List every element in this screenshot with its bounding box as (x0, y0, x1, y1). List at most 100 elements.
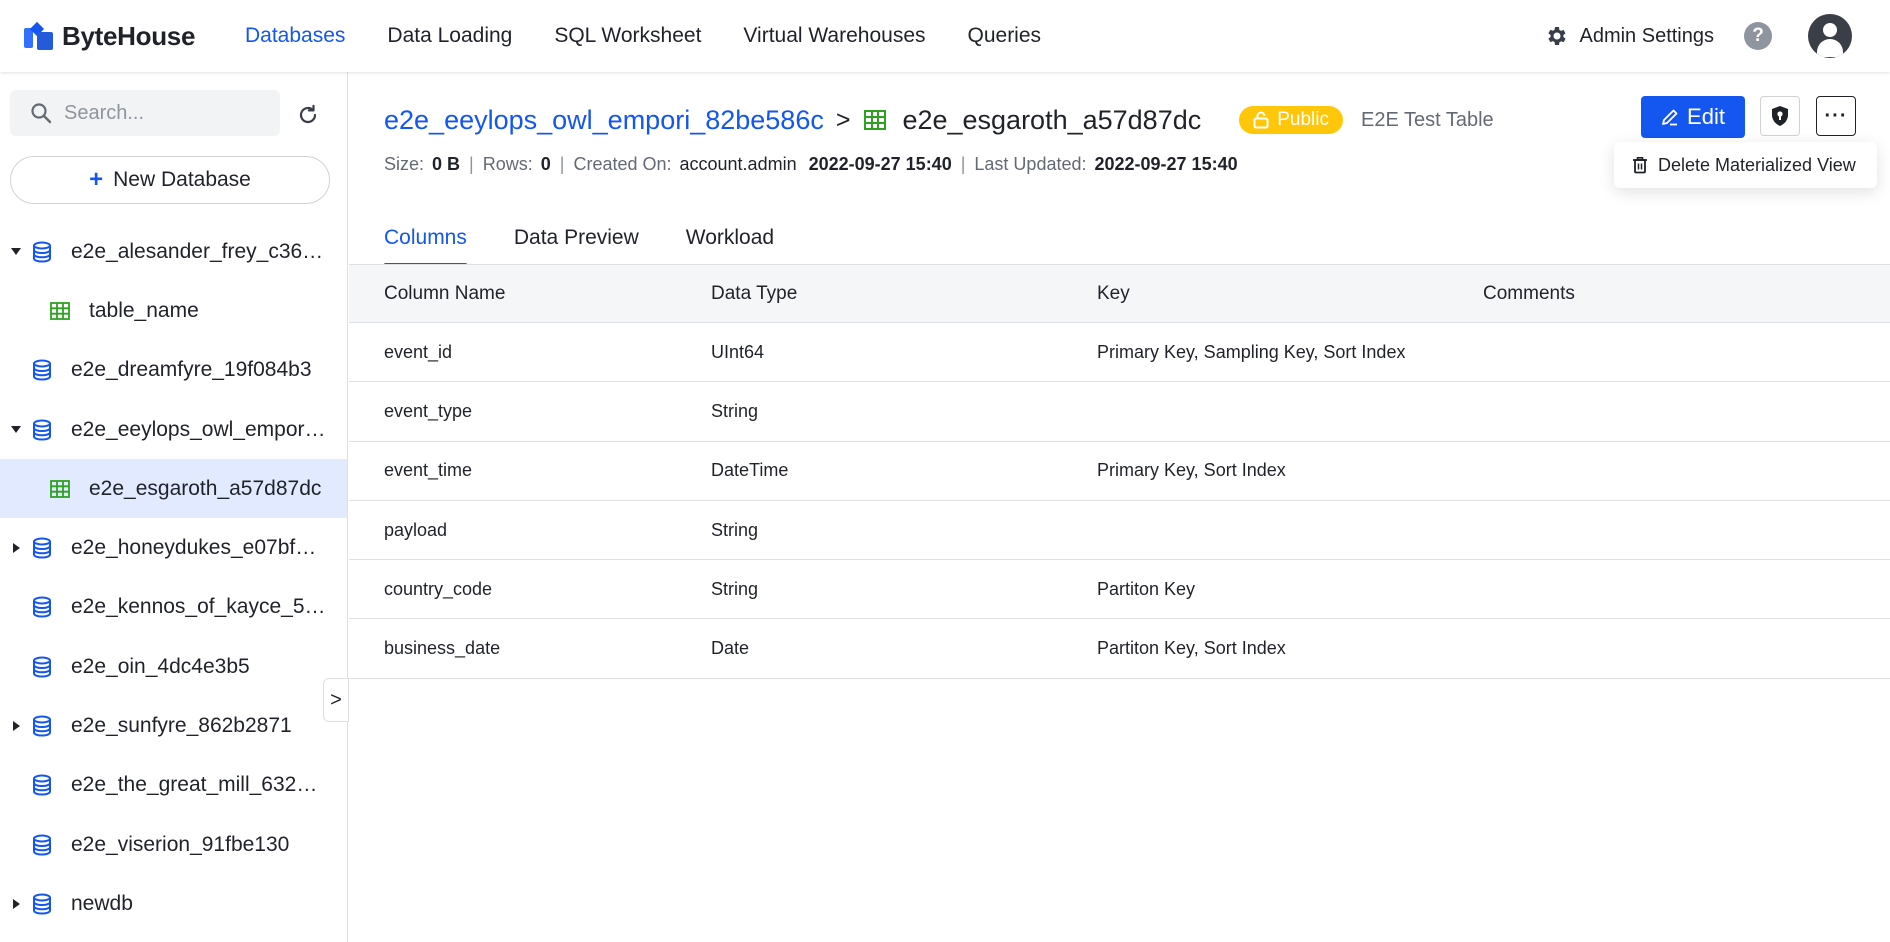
tab-columns[interactable]: Columns (384, 212, 467, 266)
search-input[interactable] (64, 101, 254, 125)
table-meta: Size: 0 B | Rows: 0 | Created On: accoun… (384, 154, 1238, 174)
refresh-icon[interactable] (297, 104, 319, 126)
database-icon (33, 656, 51, 678)
page-title: e2e_esgaroth_a57d87dc (902, 104, 1202, 135)
sidebar-tree-item[interactable]: e2e_sunfyre_862b2871 (0, 696, 347, 755)
updated-at: 2022-09-27 15:40 (1094, 154, 1238, 174)
created-at: 2022-09-27 15:40 (808, 154, 952, 174)
sidebar-tree-item[interactable]: newdb (0, 874, 347, 933)
database-icon (33, 715, 51, 737)
gear-icon (1548, 27, 1567, 45)
created-label: Created On: (573, 154, 672, 174)
nav-sql-worksheet[interactable]: SQL Worksheet (554, 24, 701, 48)
help-icon[interactable]: ? (1744, 22, 1772, 50)
columns-table: Column Name Data Type Key Comments event… (349, 265, 1890, 679)
cell-column-name: event_type (384, 400, 473, 421)
bytehouse-logo[interactable]: ByteHouse (24, 18, 195, 54)
cell-column-name: country_code (384, 578, 493, 599)
sidebar-tree-label: e2e_oin_4dc4e3b5 (71, 654, 250, 678)
database-icon (33, 774, 51, 796)
detail-tabs: Columns Data Preview Workload (384, 212, 821, 266)
breadcrumb-database-link[interactable]: e2e_eeylops_owl_empori_82be586c (384, 105, 824, 136)
header-data-type: Data Type (711, 282, 798, 304)
sidebar-tree-item[interactable]: e2e_honeydukes_e07bf… (0, 518, 347, 577)
nav-data-loading[interactable]: Data Loading (387, 24, 512, 48)
sidebar-tree-label: table_name (89, 298, 199, 322)
main-nav: Databases Data Loading SQL Worksheet Vir… (224, 0, 1062, 72)
collapse-sidebar-button[interactable]: > (323, 678, 349, 722)
sidebar-tree-label: e2e_honeydukes_e07bf… (71, 536, 317, 560)
delete-materialized-view-menu-item[interactable]: Delete Materialized View (1614, 142, 1877, 188)
new-database-button[interactable]: + New Database (10, 156, 330, 204)
cell-data-type: Date (711, 638, 750, 659)
sidebar-tree-item[interactable]: e2e_alesander_frey_c36… (0, 222, 347, 281)
nav-virtual-warehouses[interactable]: Virtual Warehouses (743, 24, 925, 48)
sidebar-tree-item[interactable]: e2e_kennos_of_kayce_5… (0, 578, 347, 637)
cell-data-type: UInt64 (711, 341, 765, 362)
table-description: E2E Test Table (1360, 108, 1494, 131)
sidebar-tree-label: e2e_kennos_of_kayce_5… (71, 595, 326, 619)
pencil-icon (1662, 109, 1678, 126)
header-key: Key (1097, 282, 1130, 304)
database-icon (33, 596, 51, 618)
created-by: account.admin (679, 154, 797, 174)
cell-data-type: String (711, 400, 759, 421)
header-comments: Comments (1483, 282, 1575, 304)
edit-button[interactable]: Edit (1641, 96, 1745, 138)
sidebar-tree-item[interactable]: e2e_oin_4dc4e3b5 (0, 637, 347, 696)
cell-data-type: String (711, 578, 759, 599)
cell-column-name: business_date (384, 638, 501, 659)
more-actions-button[interactable]: ··· (1816, 96, 1856, 136)
table-icon (864, 110, 887, 130)
tab-data-preview[interactable]: Data Preview (514, 212, 639, 264)
sidebar-tree-item[interactable]: table_name (0, 281, 347, 340)
database-icon (33, 893, 51, 915)
database-icon (33, 419, 51, 441)
nav-queries[interactable]: Queries (968, 24, 1042, 48)
cell-column-name: payload (384, 519, 448, 540)
logo-text: ByteHouse (62, 20, 196, 51)
admin-settings-link[interactable]: Admin Settings (1545, 24, 1714, 48)
caret-right-icon[interactable] (13, 721, 20, 732)
table-header: Column Name Data Type Key Comments (349, 265, 1890, 323)
admin-settings-label: Admin Settings (1579, 24, 1714, 47)
table-icon (50, 302, 70, 320)
sidebar-tree-label: e2e_viserion_91fbe130 (71, 832, 290, 856)
sidebar-tree-item[interactable]: e2e_esgaroth_a57d87dc (0, 459, 347, 519)
unlock-icon (1253, 111, 1269, 129)
sidebar-tree-item[interactable]: e2e_dreamfyre_19f084b3 (0, 341, 347, 400)
caret-right-icon[interactable] (13, 543, 20, 554)
badge-label: Public (1277, 109, 1329, 130)
sidebar-tree-item[interactable]: e2e_the_great_mill_632… (0, 756, 347, 815)
shield-icon (1772, 106, 1788, 126)
cell-key: Primary Key, Sort Index (1097, 460, 1286, 481)
database-icon (33, 359, 51, 381)
sidebar-tree-item[interactable]: e2e_eeylops_owl_empor… (0, 400, 347, 459)
cell-data-type: String (711, 519, 759, 540)
database-icon (33, 834, 51, 856)
sidebar-tree-item[interactable]: e2e_viserion_91fbe130 (0, 815, 347, 874)
tab-workload[interactable]: Workload (686, 212, 774, 264)
table-row: event_id UInt64 Primary Key, Sampling Key,… (349, 323, 1890, 383)
size-value: 0 B (432, 154, 461, 174)
database-icon (33, 537, 51, 559)
trash-icon (1633, 157, 1647, 174)
avatar[interactable] (1808, 14, 1852, 58)
table-row: country_code String Partiton Key (349, 560, 1890, 620)
size-label: Size: (384, 154, 425, 174)
caret-down-icon[interactable] (11, 426, 21, 434)
caret-right-icon[interactable] (13, 898, 20, 909)
rows-label: Rows: (482, 154, 533, 174)
sidebar-tree-label: newdb (71, 891, 133, 915)
search-icon (31, 103, 52, 124)
table-row: payload String (349, 501, 1890, 561)
public-badge: Public (1239, 106, 1343, 134)
dropdown-item-label: Delete Materialized View (1658, 154, 1856, 175)
cell-column-name: event_time (384, 460, 473, 481)
database-tree: e2e_alesander_frey_c36… table_name e2e_dre… (0, 222, 347, 934)
permissions-button[interactable] (1760, 96, 1800, 136)
nav-databases[interactable]: Databases (245, 24, 345, 48)
caret-down-icon[interactable] (11, 248, 21, 256)
cell-data-type: DateTime (711, 460, 789, 481)
cell-column-name: event_id (384, 341, 453, 362)
